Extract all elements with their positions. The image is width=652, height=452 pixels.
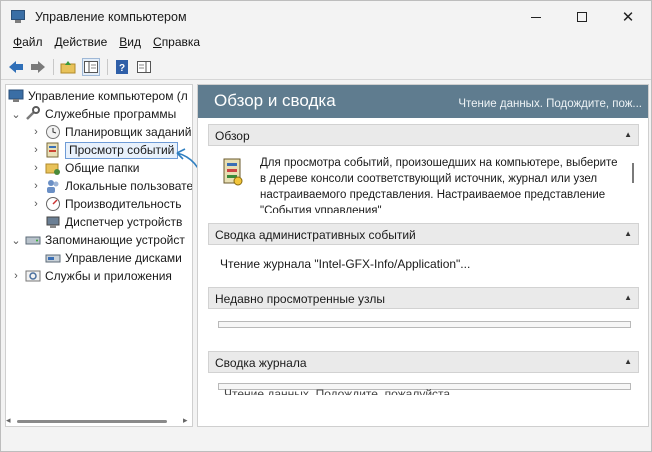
- collapse-icon[interactable]: ▲: [624, 229, 632, 238]
- window-title: Управление компьютером: [35, 10, 187, 24]
- scroll-left-icon[interactable]: ◂: [6, 415, 11, 426]
- collapse-icon[interactable]: ▲: [624, 293, 632, 302]
- up-folder-button[interactable]: [59, 58, 77, 76]
- section-log-summary[interactable]: Сводка журнала ▲: [208, 351, 639, 373]
- chevron-right-icon[interactable]: ›: [30, 144, 42, 156]
- log-summary-status: Чтение данных. Подождите, пожалуйста...: [224, 387, 461, 395]
- console-pane-button[interactable]: [135, 58, 153, 76]
- performance-icon: [45, 196, 61, 212]
- shared-folder-icon: [45, 160, 61, 176]
- close-button[interactable]: ✕: [605, 1, 651, 33]
- minimize-icon: [531, 16, 541, 18]
- disk-management-icon: [45, 250, 61, 266]
- section-label: Недавно просмотренные узлы: [215, 292, 385, 306]
- tree-item-event-viewer[interactable]: › Просмотр событий: [30, 141, 179, 159]
- tools-icon: [25, 106, 41, 122]
- up-folder-icon: [60, 61, 76, 74]
- tree-item-label: Просмотр событий: [69, 143, 175, 157]
- title-bar: Управление компьютером ✕: [1, 1, 651, 33]
- section-admin-events[interactable]: Сводка административных событий ▲: [208, 223, 639, 245]
- show-hide-tree-icon: [84, 61, 98, 73]
- forward-icon: [31, 61, 45, 73]
- device-manager-icon: [45, 214, 61, 230]
- maximize-button[interactable]: [559, 1, 605, 33]
- tree-item-label: Управление дисками: [65, 251, 182, 265]
- menu-help[interactable]: Справка: [147, 33, 206, 53]
- menu-action[interactable]: Действие: [49, 33, 114, 53]
- pane-header: Обзор и сводка Чтение данных. Подождите,…: [198, 85, 648, 118]
- forward-button[interactable]: [29, 58, 47, 76]
- section-overview[interactable]: Обзор ▲: [208, 124, 639, 146]
- tree-item-label: Производительность: [65, 197, 182, 211]
- computer-management-window: Управление компьютером ✕ Файл Действие В…: [0, 0, 652, 452]
- chevron-right-icon[interactable]: ›: [30, 126, 42, 138]
- tree-item-performance[interactable]: › Производительность: [30, 195, 181, 213]
- recent-nodes-list: [218, 321, 631, 328]
- event-log-icon: [223, 158, 243, 186]
- tree-item-label: Запоминающие устройст: [45, 233, 185, 247]
- services-icon: [25, 268, 41, 284]
- section-label: Обзор: [215, 129, 250, 143]
- tree-selection: Просмотр событий: [65, 141, 179, 159]
- show-hide-tree-button[interactable]: [82, 58, 100, 76]
- collapse-icon[interactable]: ▲: [624, 130, 632, 139]
- scroll-right-icon[interactable]: ▸: [183, 415, 188, 426]
- tree-item-system-tools[interactable]: ⌄ Служебные программы: [10, 105, 176, 123]
- storage-icon: [25, 232, 41, 248]
- tree-item-task-scheduler[interactable]: › Планировщик заданий: [30, 123, 191, 141]
- users-icon: [45, 178, 61, 194]
- back-icon: [9, 61, 23, 73]
- admin-events-status: Чтение журнала "Intel-GFX-Info/Applicati…: [220, 257, 471, 271]
- tree-item-device-manager[interactable]: Диспетчер устройств: [45, 213, 182, 231]
- tree-item-shared-folders[interactable]: › Общие папки: [30, 159, 139, 177]
- close-icon: ✕: [621, 8, 635, 26]
- tree-root[interactable]: Управление компьютером (л: [8, 87, 188, 105]
- chevron-right-icon[interactable]: ›: [30, 180, 42, 192]
- tree-item-label: Диспетчер устройств: [65, 215, 183, 229]
- section-label: Сводка административных событий: [215, 228, 416, 242]
- tree-item-local-users[interactable]: › Локальные пользовате: [30, 177, 192, 195]
- chevron-down-icon[interactable]: ⌄: [10, 234, 22, 247]
- chevron-right-icon[interactable]: ›: [30, 162, 42, 174]
- tree-item-label: Планировщик заданий: [65, 125, 192, 139]
- chevron-right-icon[interactable]: ›: [30, 198, 42, 210]
- minimize-button[interactable]: [513, 1, 559, 33]
- loading-status: Чтение данных. Подождите, пож...: [458, 98, 642, 110]
- pane-title: Обзор и сводка: [214, 91, 336, 110]
- chevron-right-icon[interactable]: ›: [10, 270, 22, 282]
- console-tree[interactable]: Управление компьютером (л ⌄ Служебные пр…: [5, 84, 193, 427]
- chevron-down-icon[interactable]: ⌄: [10, 108, 22, 121]
- overview-pane: Обзор и сводка Чтение данных. Подождите,…: [197, 84, 649, 427]
- tree-item-label: Службы и приложения: [45, 269, 172, 283]
- maximize-icon: [577, 12, 587, 22]
- tree-item-label: Общие папки: [65, 161, 140, 175]
- console-pane-icon: [137, 61, 151, 73]
- tree-root-label: Управление компьютером (л: [28, 89, 188, 103]
- collapse-icon[interactable]: ▲: [624, 357, 632, 366]
- help-icon: ?: [116, 60, 128, 74]
- computer-management-icon: [11, 10, 25, 23]
- toolbar: ?: [1, 54, 651, 80]
- overview-scrollbar[interactable]: [632, 163, 634, 183]
- section-recent-nodes[interactable]: Недавно просмотренные узлы ▲: [208, 287, 639, 309]
- svg-text:?: ?: [119, 63, 125, 74]
- event-viewer-icon: [45, 142, 61, 158]
- tree-item-disk-management[interactable]: Управление дисками: [45, 249, 182, 267]
- menu-view[interactable]: Вид: [113, 33, 147, 53]
- tree-item-services-apps[interactable]: › Службы и приложения: [10, 267, 172, 285]
- toolbar-separator: [53, 59, 54, 75]
- tree-horizontal-scrollbar[interactable]: ◂ ▸: [5, 415, 193, 427]
- tree-item-storage[interactable]: ⌄ Запоминающие устройст: [10, 231, 185, 249]
- computer-icon: [8, 88, 24, 104]
- clock-icon: [45, 124, 61, 140]
- section-label: Сводка журнала: [215, 356, 307, 370]
- menu-bar: Файл Действие Вид Справка: [1, 33, 651, 53]
- help-button[interactable]: ?: [113, 58, 131, 76]
- overview-description: Для просмотра событий, произошедших на к…: [260, 157, 618, 213]
- tree-item-label: Служебные программы: [45, 107, 177, 121]
- menu-file[interactable]: Файл: [7, 33, 49, 53]
- scrollbar-thumb[interactable]: [17, 420, 167, 423]
- back-button[interactable]: [7, 58, 25, 76]
- toolbar-separator: [107, 59, 108, 75]
